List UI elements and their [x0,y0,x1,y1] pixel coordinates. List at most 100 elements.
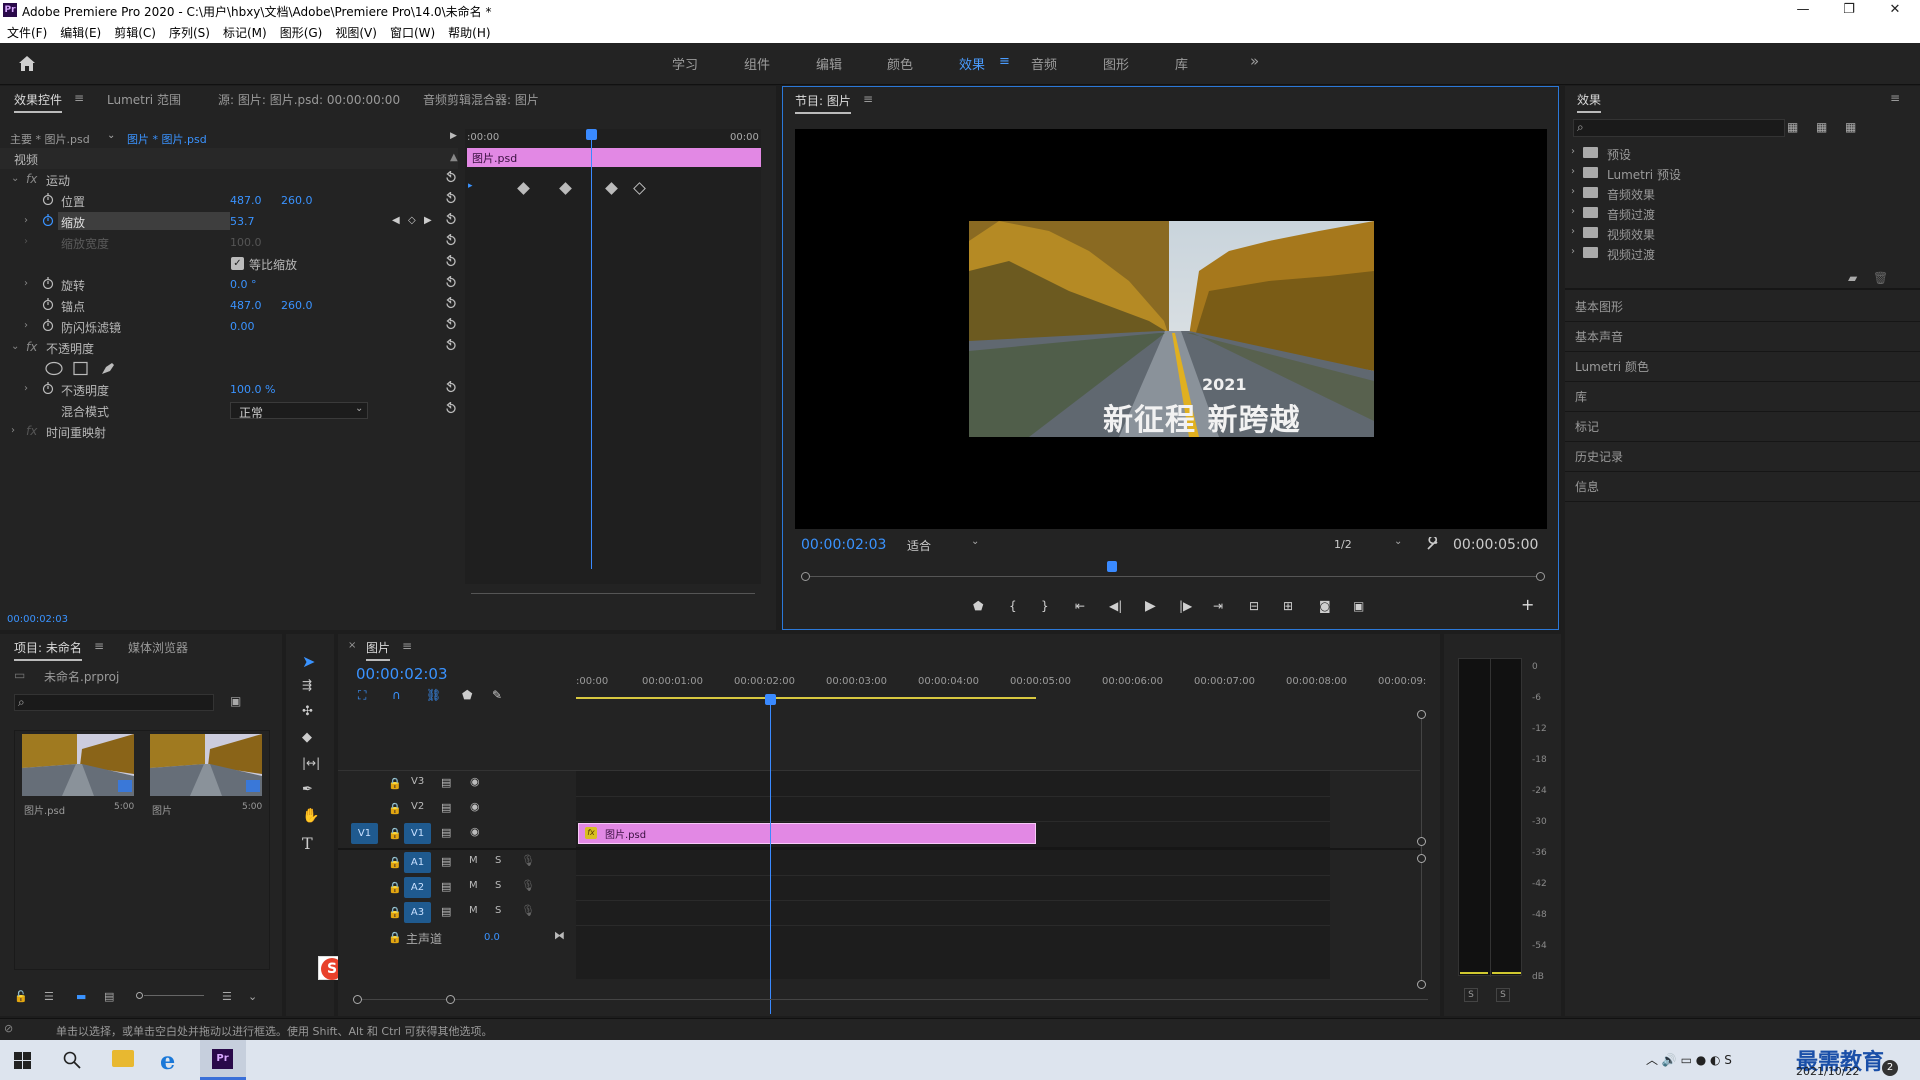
h-scroll-handle[interactable] [353,995,362,1004]
linked-selection-icon[interactable]: ⛓ [426,688,441,702]
sync-lock-icon[interactable]: ▤ [441,776,451,789]
add-marker-icon[interactable]: ⬟ [973,599,983,613]
lock-icon[interactable]: 🔒 [388,881,402,894]
workspace-graphics[interactable]: 图形 [1103,54,1129,73]
accelerated-effects-icon[interactable]: ▦ [1787,120,1798,134]
reset-icon[interactable] [444,171,457,184]
new-bin-icon[interactable]: ▰ [1848,271,1857,285]
folder-lumetri-presets[interactable]: › Lumetri 预设 [1571,164,1911,184]
effect-current-time[interactable]: 00:00:02:03 [7,614,68,625]
lock-icon[interactable]: 🔒 [388,856,402,869]
menu-clip[interactable]: 剪辑(C) [107,21,162,41]
windows-start-icon[interactable] [14,1052,31,1069]
stopwatch-icon[interactable] [42,319,54,331]
stopwatch-icon[interactable] [42,277,54,289]
folder-presets[interactable]: › 预设 [1571,144,1911,164]
menu-file[interactable]: 文件(F) [0,21,53,41]
rectangle-mask-icon[interactable] [73,361,88,376]
timeline-tab[interactable]: 图片 [366,639,391,661]
extract-icon[interactable]: ⊞ [1283,599,1293,613]
tray-icons[interactable]: ︿ 🔊 ▭ ● ◐ S [1646,1051,1732,1068]
timeline-playhead-handle[interactable] [765,694,776,705]
solo-button[interactable]: S [495,855,501,866]
menu-graphics[interactable]: 图形(G) [273,21,329,41]
eye-icon[interactable]: ◉ [470,825,480,838]
anchor-x-value[interactable]: 487.0 [230,299,262,312]
restore-button[interactable]: ❐ [1826,0,1872,21]
mini-playhead-handle[interactable] [586,129,597,140]
32bit-effects-icon[interactable]: ▦ [1816,120,1827,134]
delete-icon[interactable]: 🗑 [1873,271,1888,285]
scale-value[interactable]: 53.7 [230,215,255,228]
mic-icon[interactable]: 🎙 [521,854,535,867]
minimize-button[interactable]: — [1780,0,1826,21]
motion-toggle-icon[interactable]: ⌄ [11,173,19,184]
section-libraries[interactable]: 库 [1565,382,1920,412]
master-clip-label[interactable]: 主要 * 图片.psd [10,131,90,147]
program-playhead[interactable] [1107,561,1117,572]
track-target-v1[interactable]: V1 [404,823,431,844]
flicker-value[interactable]: 0.00 [230,320,255,333]
wrench-icon[interactable]: ✎ [492,688,502,702]
menu-view[interactable]: 视图(V) [328,21,383,41]
snap-icon[interactable]: ∩ [392,688,401,702]
compare-icon[interactable]: ▣ [1353,599,1364,613]
eye-icon[interactable]: ◉ [470,800,480,813]
stopwatch-icon[interactable] [42,298,54,310]
show-timeline-icon[interactable]: ▶ [450,131,457,141]
workspace-assembly[interactable]: 组件 [744,54,770,73]
effect-timeline[interactable]: :00:00 00:00 图片.psd ▸ [465,129,761,594]
add-marker-icon[interactable]: ⬟ [462,688,472,702]
close-tab-icon[interactable]: × [348,640,356,651]
source-patch-v1[interactable]: V1 [351,823,378,844]
tab-media-browser[interactable]: 媒体浏览器 [128,639,188,656]
section-markers[interactable]: 标记 [1565,412,1920,442]
add-keyframe-icon[interactable]: ◇ [408,215,416,226]
timeline-timecode[interactable]: 00:00:02:03 [356,665,448,683]
next-keyframe-icon[interactable]: ▶ [424,215,432,226]
v-scroll-handle[interactable] [1417,837,1426,846]
home-icon[interactable] [18,55,36,72]
solo-left-button[interactable]: S [1464,988,1478,1002]
reset-icon[interactable] [444,255,457,268]
close-button[interactable]: ✕ [1872,0,1918,21]
yuv-effects-icon[interactable]: ▦ [1845,120,1856,134]
tab-lumetri-scopes[interactable]: Lumetri 范围 [107,91,181,108]
reset-icon[interactable] [444,276,457,289]
step-forward-icon[interactable]: |▶ [1179,599,1192,613]
workspace-editing[interactable]: 编辑 [816,54,842,73]
v-scroll-handle[interactable] [1417,854,1426,863]
tab-project[interactable]: 项目: 未命名 [14,639,82,661]
zoom-slider-handle[interactable] [136,992,143,999]
wrench-icon[interactable] [1426,537,1440,551]
tab-audio-clip-mixer[interactable]: 音频剪辑混合器: 图片 [423,91,539,108]
lift-icon[interactable]: ⊟ [1249,599,1259,613]
project-item[interactable]: 图片 5:00 [150,734,262,817]
tab-effect-controls[interactable]: 效果控件 [14,91,63,113]
section-lumetri-color[interactable]: Lumetri 颜色 [1565,352,1920,382]
mini-clip-bar[interactable]: 图片.psd [467,148,761,167]
solo-button[interactable]: S [495,905,501,916]
reset-icon[interactable] [444,234,457,247]
uniform-scale-checkbox[interactable]: ✓ [231,257,244,270]
sync-lock-icon[interactable]: ▤ [441,905,451,918]
workspace-audio[interactable]: 音频 [1031,54,1057,73]
project-item[interactable]: 图片.psd 5:00 [22,734,134,817]
premiere-taskbar-button[interactable]: Pr [200,1040,246,1080]
lock-icon[interactable]: 🔒 [388,777,402,790]
workspace-learn[interactable]: 学习 [672,54,698,73]
work-area-bar[interactable] [576,697,1036,699]
expand-icon[interactable]: › [24,278,28,289]
lock-icon[interactable]: 🔒 [388,802,402,815]
menu-sequence[interactable]: 序列(S) [162,21,216,41]
track-area[interactable]: fx 图片.psd [576,771,1330,979]
mute-button[interactable]: M [469,905,478,916]
keyframe[interactable] [605,182,618,195]
anchor-y-value[interactable]: 260.0 [281,299,313,312]
mute-button[interactable]: M [469,880,478,891]
track-target-a2[interactable]: A2 [404,877,431,898]
clip-dropdown-icon[interactable]: ⌄ [107,130,115,141]
workspace-effects[interactable]: 效果 [959,54,985,73]
section-essential-sound[interactable]: 基本声音 [1565,322,1920,352]
stopwatch-icon[interactable] [42,193,54,205]
